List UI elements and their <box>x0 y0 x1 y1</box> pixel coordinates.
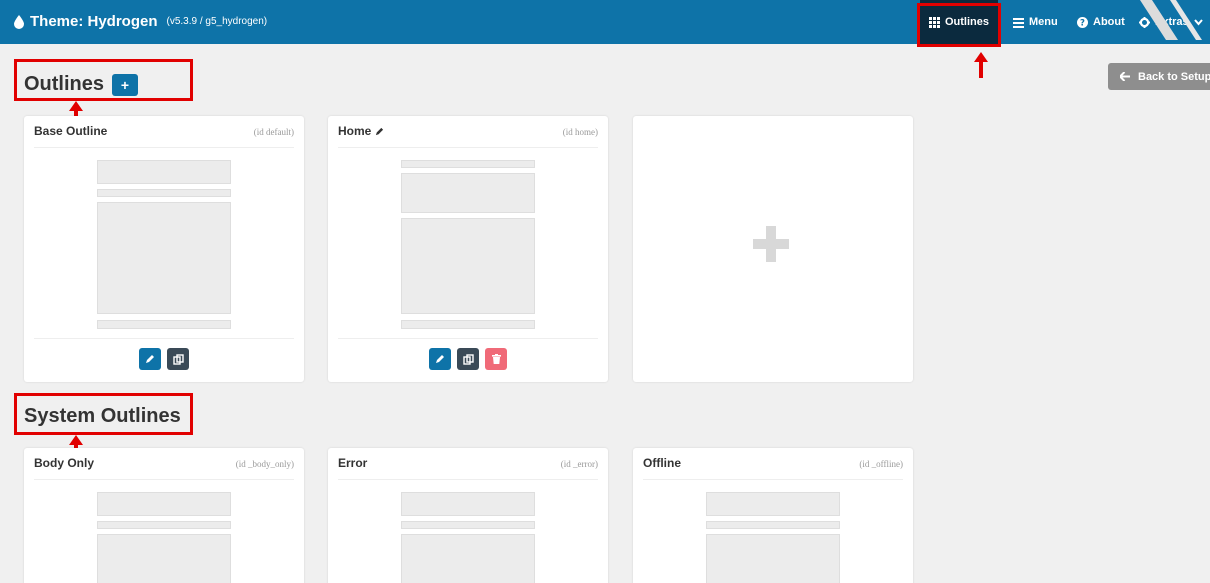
layout-preview-block <box>706 534 840 583</box>
card-title: Offline <box>643 456 681 470</box>
layout-preview-block <box>401 521 535 529</box>
pencil-icon[interactable] <box>375 127 384 136</box>
nav-about-label: About <box>1093 16 1125 28</box>
duplicate-outline-button[interactable] <box>457 348 479 370</box>
card-actions <box>24 348 304 370</box>
layout-preview-block <box>97 320 231 329</box>
back-to-setup-button[interactable]: Back to Setup <box>1108 63 1210 90</box>
card-header: Body Only (id _body_only) <box>34 456 294 480</box>
card-id: (id home) <box>562 127 598 137</box>
card-actions <box>328 348 608 370</box>
card-divider <box>34 338 294 339</box>
card-header: Error (id _error) <box>338 456 598 480</box>
edit-outline-button[interactable] <box>139 348 161 370</box>
grid-icon <box>928 16 940 28</box>
card-title-text: Home <box>338 124 372 138</box>
layout-preview-block <box>401 160 535 168</box>
outline-card-home[interactable]: Home (id home) <box>328 116 608 382</box>
annotation-arrow-up-icon <box>974 52 988 78</box>
layout-preview-block <box>97 521 231 529</box>
layout-preview-block <box>97 492 231 516</box>
delete-outline-button[interactable] <box>485 348 507 370</box>
nav-outlines-label: Outlines <box>944 16 989 28</box>
svg-text:?: ? <box>1080 18 1085 27</box>
nav-menu[interactable]: Menu <box>1013 0 1058 44</box>
theme-brand: Theme: Hydrogen (v5.3.9 / g5_hydrogen) <box>14 13 267 30</box>
card-id: (id _body_only) <box>235 459 294 469</box>
drop-icon <box>14 14 24 29</box>
layout-preview-block <box>401 173 535 213</box>
trash-icon <box>491 354 501 364</box>
pencil-icon <box>146 355 154 363</box>
layout-preview-block <box>706 492 840 516</box>
card-id: (id _error) <box>560 459 598 469</box>
system-card-offline[interactable]: Offline (id _offline) <box>633 448 913 583</box>
card-title: Error <box>338 456 368 470</box>
add-outline-card[interactable] <box>633 116 913 382</box>
system-card-body-only[interactable]: Body Only (id _body_only) <box>24 448 304 583</box>
card-title: Base Outline <box>34 124 108 138</box>
nav-outlines[interactable]: Outlines <box>920 0 998 44</box>
system-outlines-heading-text: System Outlines <box>24 405 181 427</box>
outline-card-base[interactable]: Base Outline (id default) <box>24 116 304 382</box>
theme-version: (v5.3.9 / g5_hydrogen) <box>166 16 268 27</box>
card-header: Home (id home) <box>338 124 598 148</box>
layout-preview-block <box>97 160 231 184</box>
card-header: Base Outline (id default) <box>34 124 294 148</box>
corner-stripe-decoration <box>1140 0 1202 40</box>
card-title: Body Only <box>34 456 95 470</box>
question-circle-icon: ? <box>1077 16 1088 28</box>
add-outline-button[interactable]: + <box>112 73 139 96</box>
system-outlines-heading: System Outlines <box>24 405 181 428</box>
layout-preview-block <box>401 218 535 314</box>
edit-outline-button[interactable] <box>429 348 451 370</box>
pencil-icon <box>436 355 444 363</box>
layout-preview-block <box>401 320 535 329</box>
arrow-left-icon <box>1120 72 1130 81</box>
top-bar: Theme: Hydrogen (v5.3.9 / g5_hydrogen) O… <box>0 0 1210 44</box>
bars-icon <box>1013 17 1024 28</box>
card-header: Offline (id _offline) <box>643 456 903 480</box>
layout-preview-block <box>97 189 231 197</box>
copy-icon <box>172 353 184 365</box>
layout-preview-block <box>97 534 231 583</box>
card-id: (id _offline) <box>859 459 903 469</box>
card-id: (id default) <box>253 127 294 137</box>
plus-icon <box>753 226 789 262</box>
nav-menu-label: Menu <box>1029 16 1058 28</box>
card-divider <box>338 338 598 339</box>
duplicate-outline-button[interactable] <box>167 348 189 370</box>
layout-preview-block <box>401 492 535 516</box>
layout-preview-block <box>97 202 231 314</box>
layout-preview-block <box>401 534 535 583</box>
outlines-heading-text: Outlines <box>24 73 105 95</box>
card-title: Home <box>338 124 384 138</box>
theme-title: Theme: Hydrogen <box>30 13 158 30</box>
back-to-setup-label: Back to Setup <box>1138 70 1210 83</box>
layout-preview-block <box>706 521 840 529</box>
system-card-error[interactable]: Error (id _error) <box>328 448 608 583</box>
nav-about[interactable]: ? About <box>1077 0 1125 44</box>
outlines-heading: Outlines + <box>24 73 139 96</box>
copy-icon <box>462 353 474 365</box>
